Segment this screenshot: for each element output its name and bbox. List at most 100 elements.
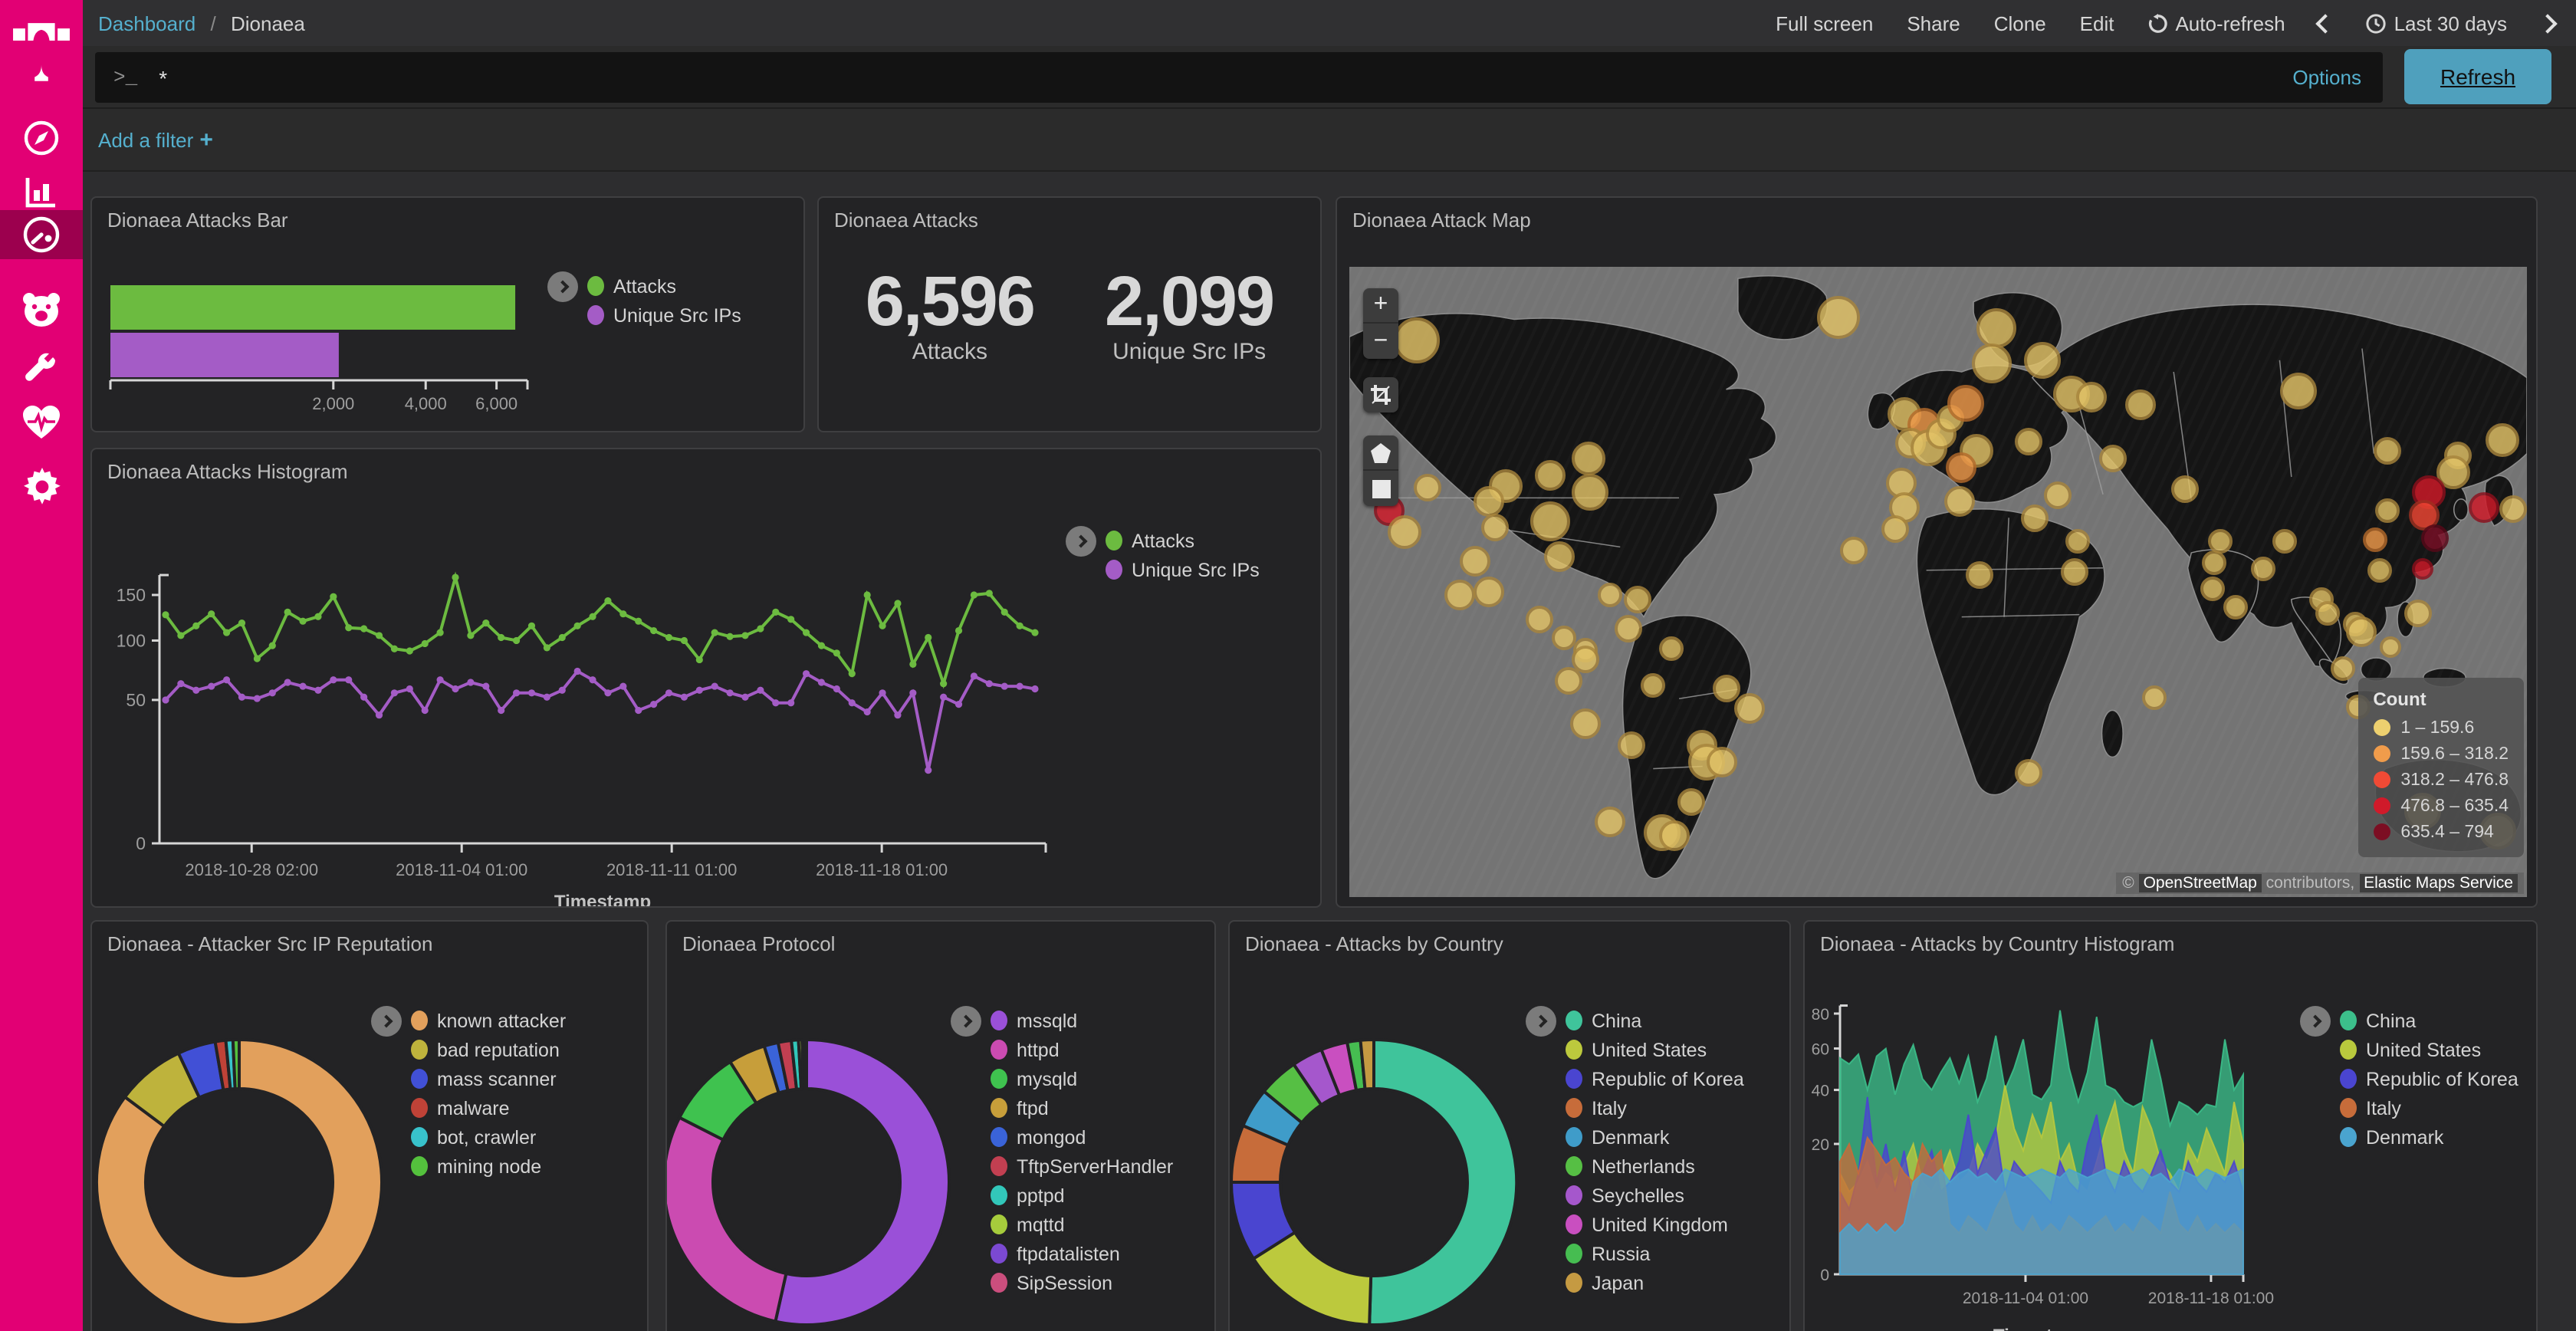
time-back-button[interactable]	[2319, 16, 2333, 30]
legend-item[interactable]: Republic of Korea	[1566, 1064, 1744, 1093]
legend-label: Attacks	[1132, 530, 1194, 551]
legend-item[interactable]: bad reputation	[411, 1035, 566, 1064]
legend-color-dot	[2340, 1040, 2357, 1060]
ems-link[interactable]: Elastic Maps Service	[2359, 874, 2518, 892]
sidebar-item-management[interactable]	[0, 466, 83, 506]
metric: 2,099Unique Src IPs	[1105, 259, 1273, 365]
legend-label: Italy	[1592, 1097, 1627, 1119]
world-map[interactable]: + − Count 1 – 159.6159.6 – 318.2318.2 – …	[1349, 267, 2527, 897]
search-input[interactable]: >_ * Options	[95, 52, 2383, 103]
panel-attacks-bar: Dionaea Attacks Bar 2,0004,0006,000 Atta…	[90, 196, 805, 432]
legend-toggle-button[interactable]	[2300, 1006, 2331, 1037]
osm-link[interactable]: OpenStreetMap	[2139, 874, 2262, 892]
filter-bar: Add a filter+	[0, 107, 2576, 172]
legend-item[interactable]: httpd	[991, 1035, 1173, 1064]
legend-color-dot	[1566, 1098, 1582, 1118]
zoom-in-button[interactable]: +	[1363, 288, 1398, 324]
legend-item[interactable]: ftpdatalisten	[991, 1239, 1173, 1268]
legend-item[interactable]: Republic of Korea	[2340, 1064, 2518, 1093]
attack-dot	[2172, 475, 2200, 503]
legend-label: known attacker	[437, 1010, 566, 1031]
legend-item[interactable]: mass scanner	[411, 1064, 566, 1093]
draw-polygon-button[interactable]	[1363, 435, 1398, 471]
legend-toggle-button[interactable]	[951, 1006, 981, 1037]
legend-item[interactable]: China	[1566, 1006, 1744, 1035]
panel-attacks-metric: Dionaea Attacks 6,596Attacks2,099Unique …	[817, 196, 1322, 432]
options-link[interactable]: Options	[2292, 66, 2361, 89]
attack-dot	[2023, 342, 2060, 379]
country-donut-chart	[1228, 1029, 1527, 1331]
legend-item[interactable]: Attacks	[587, 271, 741, 301]
legend-color-dot	[411, 1098, 428, 1118]
legend-item[interactable]: United Kingdom	[1566, 1210, 1744, 1239]
legend-item[interactable]: SipSession	[991, 1268, 1173, 1297]
legend-item[interactable]: Italy	[2340, 1093, 2518, 1122]
legend-toggle-button[interactable]	[371, 1006, 402, 1037]
zoom-out-button[interactable]: −	[1363, 324, 1398, 359]
legend-item[interactable]: Japan	[1566, 1268, 1744, 1297]
attack-dot	[2045, 481, 2072, 509]
sidebar-item-dashboard[interactable]	[0, 210, 83, 259]
legend-item[interactable]: China	[2340, 1006, 2518, 1035]
sidebar-item-devtools[interactable]	[0, 350, 83, 389]
legend-color-dot	[1566, 1011, 1582, 1030]
legend-color-dot	[1566, 1214, 1582, 1234]
legend-label: pptpd	[1017, 1185, 1065, 1206]
svg-text:0: 0	[1820, 1267, 1829, 1284]
sidebar-item-monitoring[interactable]	[0, 403, 83, 443]
legend-item[interactable]: mqttd	[991, 1210, 1173, 1239]
menu-item-clone[interactable]: Clone	[1994, 12, 2046, 35]
legend-item[interactable]: Denmark	[2340, 1122, 2518, 1152]
menu-item-share[interactable]: Share	[1907, 12, 1960, 35]
menu-item-full-screen[interactable]: Full screen	[1776, 12, 1873, 35]
legend-item[interactable]: mysqld	[991, 1064, 1173, 1093]
chevron-right-icon	[960, 1015, 973, 1028]
country-legend: China United States Republic of Korea Italy…	[1526, 1006, 1744, 1297]
legend-item[interactable]: Italy	[1566, 1093, 1744, 1122]
legend-toggle-button[interactable]	[1066, 526, 1096, 557]
legend-item[interactable]: Attacks	[1106, 526, 1260, 555]
add-filter-link[interactable]: Add a filter+	[98, 127, 213, 153]
legend-item[interactable]: mining node	[411, 1152, 566, 1181]
auto-refresh-button[interactable]: Auto-refresh	[2147, 12, 2285, 35]
sidebar-item-tpot[interactable]	[0, 290, 83, 330]
attack-location-dots	[1349, 267, 2527, 897]
sidebar-item-visualize[interactable]	[0, 172, 83, 212]
bar-chart-icon	[23, 173, 60, 210]
time-range-picker[interactable]: Last 30 days	[2367, 12, 2507, 35]
legend-label: United States	[1592, 1039, 1707, 1060]
draw-rectangle-button[interactable]	[1363, 471, 1398, 506]
legend-item[interactable]: United States	[2340, 1035, 2518, 1064]
crop-tool-button[interactable]	[1363, 377, 1398, 412]
breadcrumb-dashboard-link[interactable]: Dashboard	[98, 12, 196, 35]
attack-dot	[2251, 557, 2275, 582]
legend-label: bad reputation	[437, 1039, 560, 1060]
top-menu: Full screen Share Clone Edit Auto-refresh Las…	[1776, 12, 2555, 35]
attack-dot	[1615, 614, 1642, 642]
legend-item[interactable]: bot, crawler	[411, 1122, 566, 1152]
legend-toggle-button[interactable]	[547, 271, 578, 302]
legend-item[interactable]: Netherlands	[1566, 1152, 1744, 1181]
legend-item[interactable]: malware	[411, 1093, 566, 1122]
menu-item-edit[interactable]: Edit	[2080, 12, 2114, 35]
legend-item[interactable]: mssqld	[991, 1006, 1173, 1035]
legend-item[interactable]: known attacker	[411, 1006, 566, 1035]
legend-item[interactable]: Seychelles	[1566, 1181, 1744, 1210]
legend-item[interactable]: Unique Src IPs	[587, 301, 741, 330]
metric-value: 2,099	[1105, 259, 1273, 342]
legend-item[interactable]: Denmark	[1566, 1122, 1744, 1152]
legend-item[interactable]: pptpd	[991, 1181, 1173, 1210]
legend-item[interactable]: mongod	[991, 1122, 1173, 1152]
legend-color-dot	[1106, 560, 1122, 580]
legend-item[interactable]: Unique Src IPs	[1106, 555, 1260, 584]
legend-item[interactable]: TftpServerHandler	[991, 1152, 1173, 1181]
legend-item[interactable]: ftpd	[991, 1093, 1173, 1122]
sidebar-item-discover[interactable]	[0, 118, 83, 158]
svg-text:50: 50	[126, 690, 146, 710]
legend-toggle-button[interactable]	[1526, 1006, 1556, 1037]
legend-item[interactable]: United States	[1566, 1035, 1744, 1064]
legend-item[interactable]: Russia	[1566, 1239, 1744, 1268]
refresh-button[interactable]: Refresh	[2404, 49, 2551, 104]
attack-dot	[1388, 514, 1421, 548]
time-forward-button[interactable]	[2541, 16, 2555, 30]
